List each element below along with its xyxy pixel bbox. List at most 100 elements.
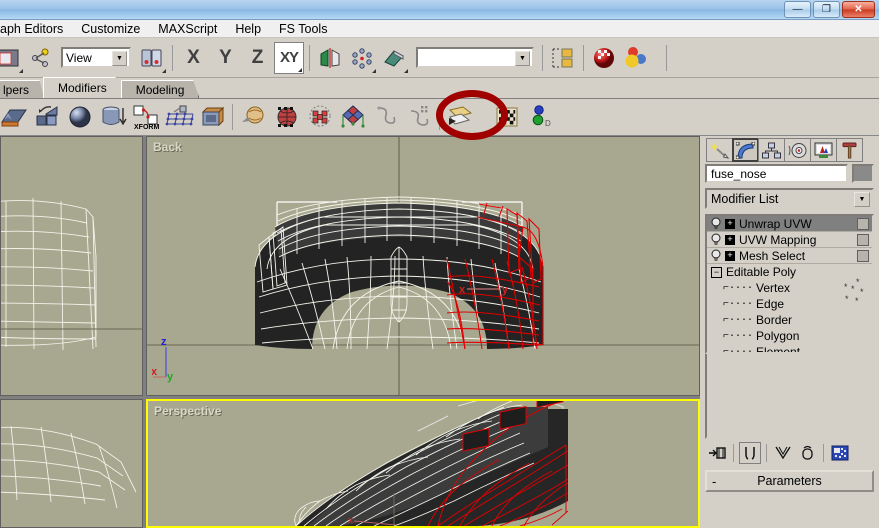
viewport-left[interactable] [0,136,143,396]
modifier-enable-checkbox[interactable] [857,218,869,230]
parameters-rollout-header[interactable]: - Parameters [705,470,874,492]
camera-map-icon[interactable] [491,102,522,132]
modifier-enable-checkbox[interactable] [857,234,869,246]
modifier-list-value: Modifier List [711,192,778,206]
stack-item-label: UVW Mapping [739,233,816,247]
flyout-triangle-icon [404,69,408,73]
light-bulb-icon[interactable] [710,233,722,246]
tab-modeling[interactable]: Modeling [121,80,200,98]
tab-helpers[interactable]: lpers [0,80,44,98]
xform-icon[interactable]: XFORM [130,102,161,132]
window-title-bar: — ❐ ✕ [0,0,879,20]
reference-coordinate-system-dropdown[interactable]: View ▼ [61,47,131,68]
panel-tab-hierarchy[interactable] [758,138,785,162]
restore-button[interactable]: ❐ [813,1,840,18]
axis-constraint-y-button[interactable]: Y [210,42,240,74]
chevron-down-icon[interactable]: ▼ [854,192,870,207]
unwrap-uvw-icon[interactable] [337,102,368,132]
free-form-deform-icon[interactable] [196,102,227,132]
menu-item-graph-editors[interactable]: aph Editors [0,21,72,37]
eraser-icon[interactable] [379,42,409,74]
remove-modifier-button[interactable] [796,442,818,464]
toolbar-separator [172,45,173,71]
show-end-result-button[interactable] [739,442,761,464]
menu-item-help[interactable]: Help [226,21,270,37]
menu-item-customize[interactable]: Customize [72,21,149,37]
bend-icon[interactable] [0,102,29,132]
object-color-swatch[interactable] [852,164,874,183]
modifier-list-dropdown[interactable]: Modifier List ▼ [705,188,874,209]
expand-plus-icon[interactable]: + [725,251,735,261]
make-unique-button[interactable] [772,442,794,464]
rollout-title: Parameters [707,474,872,488]
named-selection-sets-icon[interactable] [548,42,578,74]
modifier-list-row: Modifier List ▼ [700,185,879,212]
axis-constraint-z-button[interactable]: Z [242,42,272,74]
viewport-perspective[interactable]: Perspective [146,399,700,528]
stack-decoration-icon: *** *** [842,278,868,306]
configure-modifier-sets-button[interactable] [829,442,851,464]
spline-select-icon[interactable] [370,102,401,132]
mesh-smooth-icon[interactable] [64,102,95,132]
expand-plus-icon[interactable]: + [725,219,735,229]
viewport-bottom-left[interactable] [0,399,143,528]
menu-item-fs-tools[interactable]: FS Tools [270,21,336,37]
viewport-back[interactable]: Back [146,136,700,396]
use-center-flyout-icon[interactable] [137,42,167,74]
sub-object-border[interactable]: ⌐···· Border [707,312,872,328]
expand-plus-icon[interactable]: + [725,235,735,245]
toolbar-separator [439,104,440,130]
modifier-enable-checkbox[interactable] [857,250,869,262]
align-icon[interactable] [347,42,377,74]
hsds-icon[interactable] [271,102,302,132]
tree-branch-icon: ⌐···· [723,299,753,310]
material-spheres-icon[interactable]: D [524,102,555,132]
panel-tab-display[interactable] [810,138,837,162]
sub-object-element[interactable]: ⌐···· Element [707,344,872,354]
lathe-icon[interactable] [97,102,128,132]
light-bulb-icon[interactable] [710,217,722,230]
select-and-link-icon[interactable] [26,42,56,74]
panel-tab-utilities[interactable] [836,138,863,162]
modifier-stack-buttons [700,439,879,467]
mirror-icon[interactable] [315,42,345,74]
axis-constraint-xy-button[interactable]: XY [274,42,304,74]
light-bulb-icon[interactable] [710,249,722,262]
minimize-button[interactable]: — [784,1,811,18]
pin-stack-button[interactable] [706,442,728,464]
tab-modifiers[interactable]: Modifiers [43,77,122,98]
material-map-browser-icon[interactable] [621,42,651,74]
svg-text:*: * [845,294,849,304]
svg-text:XFORM: XFORM [134,124,159,131]
toolbar-separator [583,45,584,71]
collapse-minus-icon[interactable]: − [711,267,722,278]
edit-spline-icon[interactable] [403,102,434,132]
chevron-down-icon[interactable]: ▼ [515,51,530,66]
sub-object-polygon[interactable]: ⌐···· Polygon [707,328,872,344]
stack-item-mesh-select[interactable]: + Mesh Select [707,248,872,264]
panel-tab-modify[interactable] [732,138,759,162]
uvw-mapping-icon[interactable] [304,102,335,132]
panel-tab-motion[interactable] [784,138,811,162]
rollout-expand-marker[interactable]: - [712,474,716,489]
axis-constraint-x-button[interactable]: X [178,42,208,74]
edit-mesh-icon[interactable] [31,102,62,132]
named-selection-set-input[interactable]: ▼ [416,47,534,68]
svg-text:y: y [502,284,509,296]
menu-item-maxscript[interactable]: MAXScript [149,21,226,37]
skin-icon[interactable] [238,102,269,132]
panel-tab-create[interactable] [706,138,733,162]
axis-tripod: z x y [152,335,192,385]
button-separator [766,444,767,462]
surface-icon[interactable] [445,102,476,132]
object-name-input[interactable]: fuse_nose [705,164,848,183]
stack-item-label: Mesh Select [739,249,805,263]
affect-region-icon[interactable] [163,102,194,132]
stack-item-unwrap-uvw[interactable]: + Unwrap UVW [707,216,872,232]
select-object-icon[interactable] [0,42,24,74]
chevron-down-icon[interactable]: ▼ [112,51,127,66]
stack-item-uvw-mapping[interactable]: + UVW Mapping [707,232,872,248]
viewport-area: Back [0,136,700,528]
close-button[interactable]: ✕ [842,1,875,18]
material-editor-icon[interactable] [589,42,619,74]
